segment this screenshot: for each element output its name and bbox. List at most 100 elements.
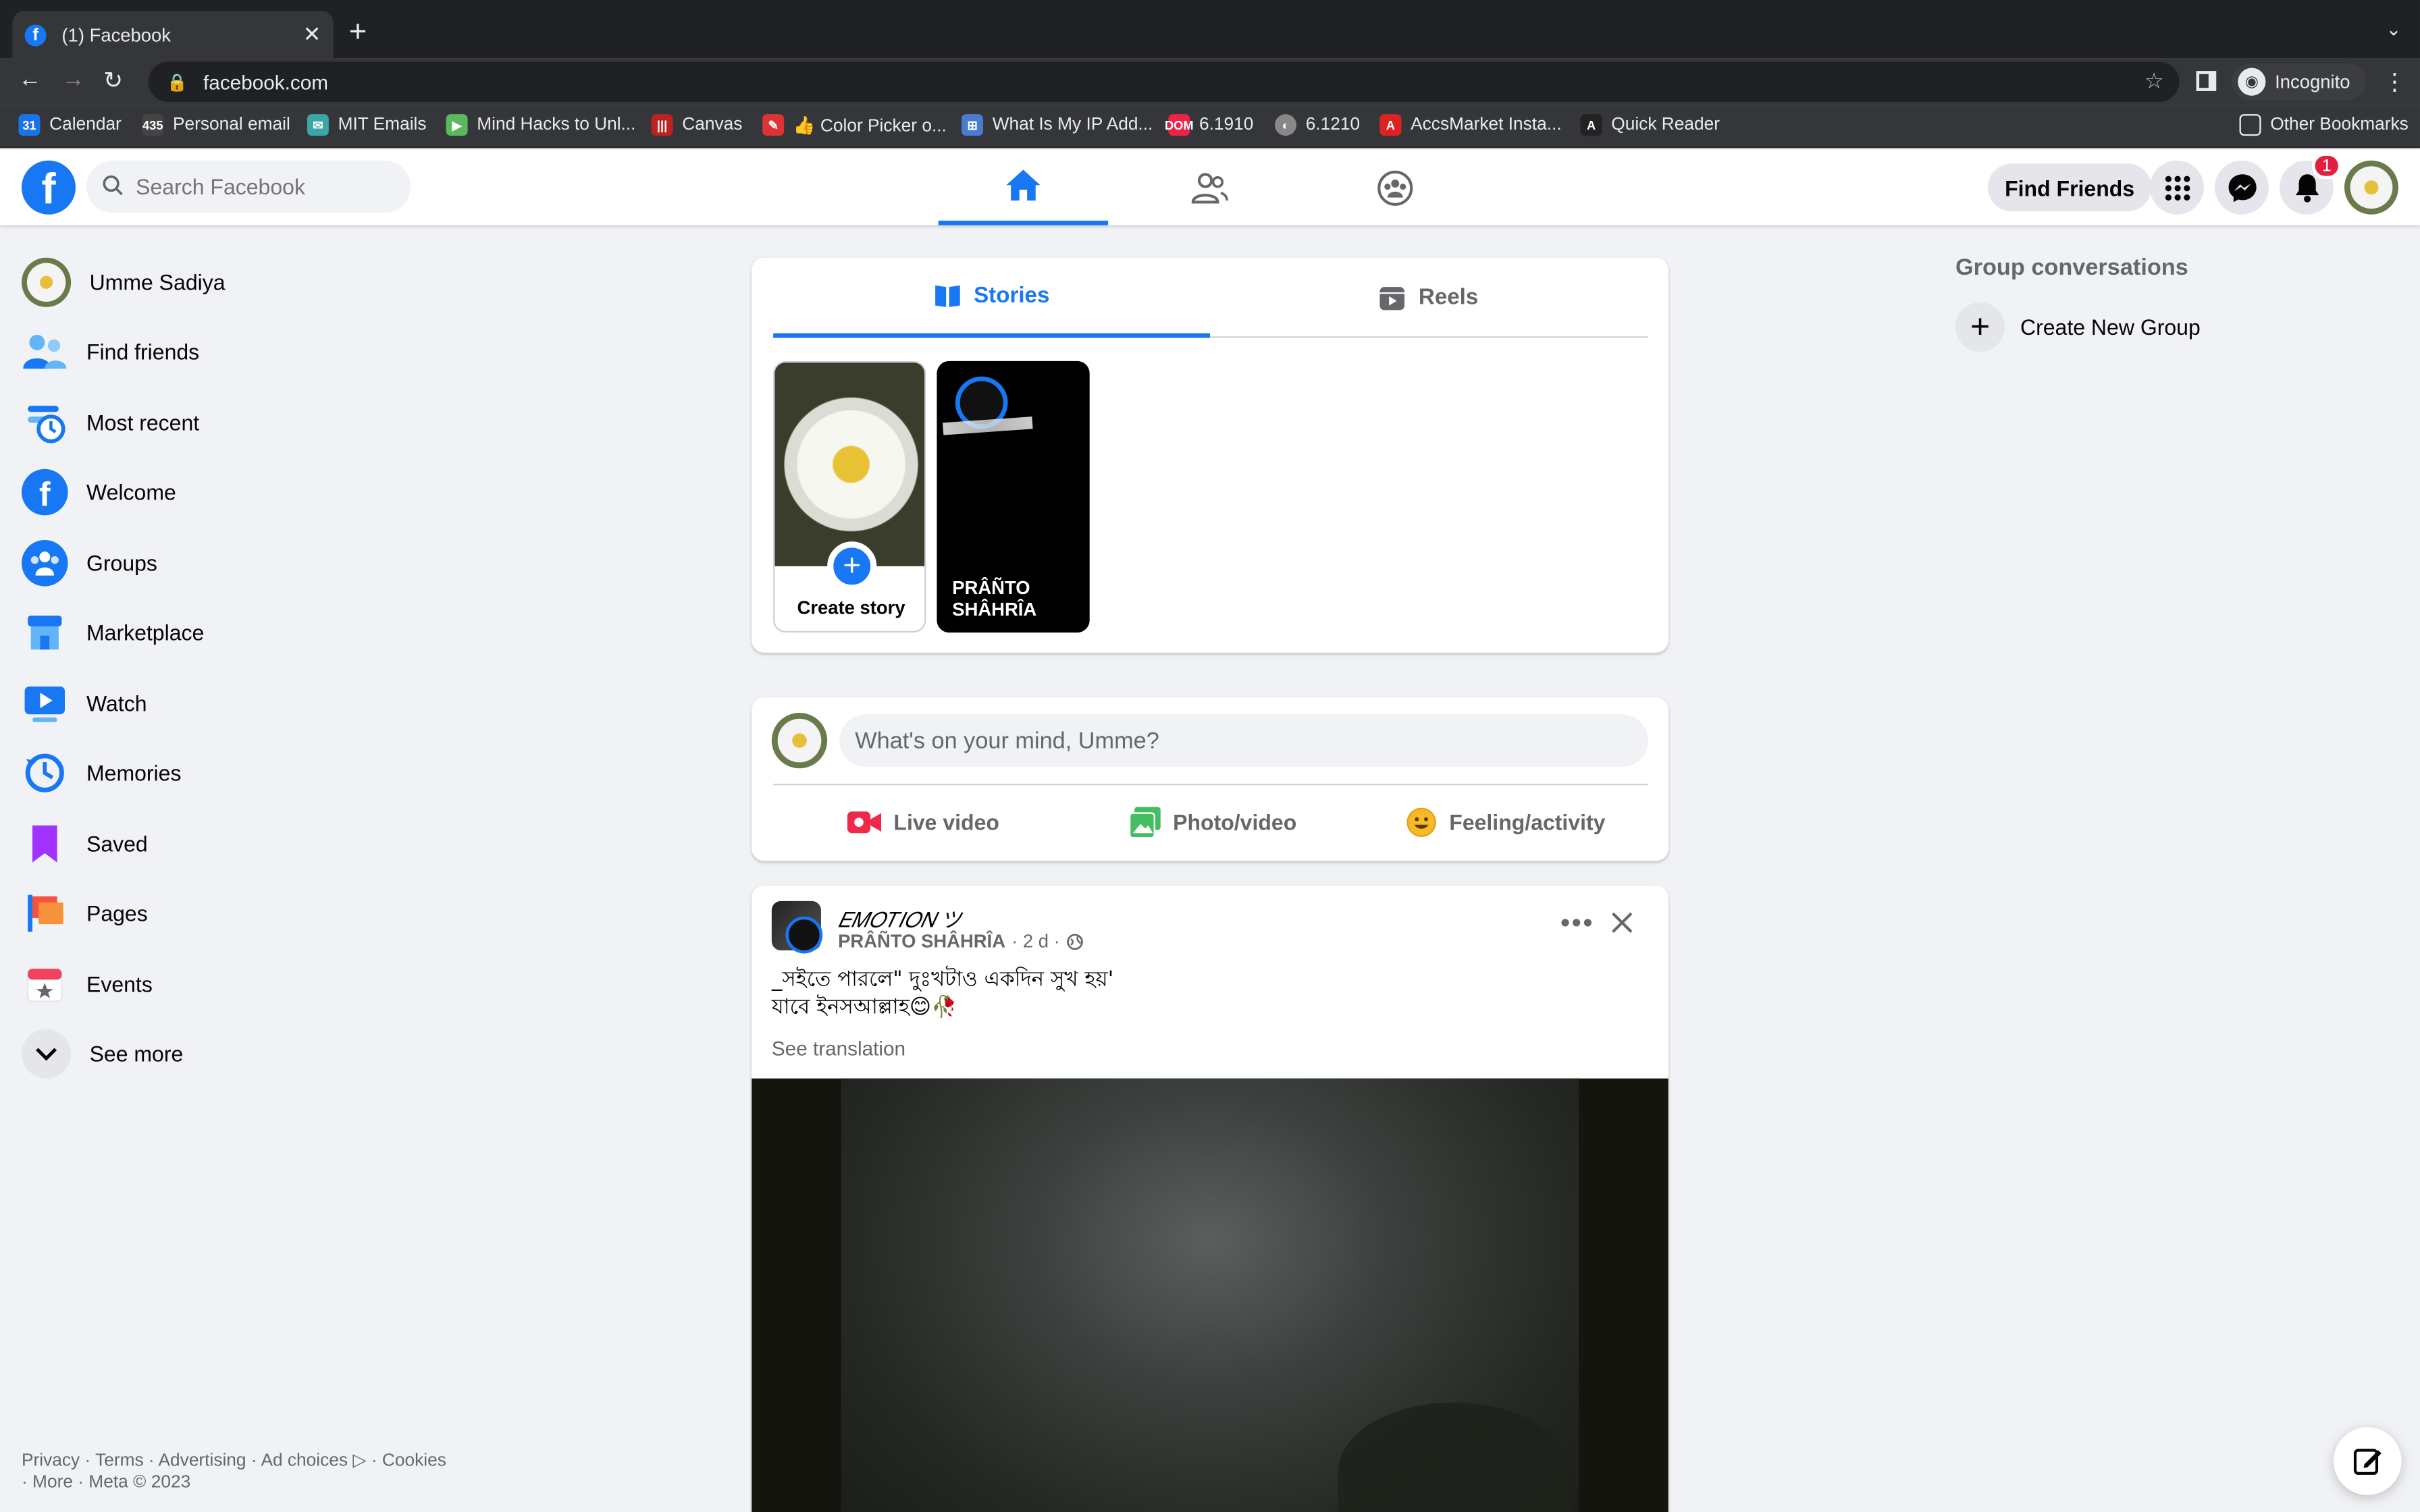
browser-tab[interactable]: f (1) Facebook ✕	[12, 10, 334, 59]
address-bar[interactable]: 🔒 facebook.com ☆	[148, 61, 2180, 102]
compose-icon	[2353, 1449, 2382, 1475]
watch-icon	[22, 680, 68, 726]
close-tab-icon[interactable]: ✕	[303, 22, 321, 48]
messenger-button[interactable]	[2214, 160, 2269, 215]
back-icon[interactable]: ←	[18, 66, 41, 92]
bookmark-personal-email[interactable]: 435 Personal email	[142, 114, 290, 136]
bookmark-mit-emails[interactable]: ✉ MIT Emails	[307, 114, 427, 136]
notification-badge: 1	[2311, 153, 2342, 180]
chevron-down-icon	[21, 1029, 72, 1079]
sidebar-item-groups[interactable]: Groups	[12, 528, 475, 598]
sidebar-item-find-friends[interactable]: Find friends	[12, 317, 475, 387]
nav-friends-tab[interactable]	[1125, 150, 1294, 225]
grid-icon	[2164, 175, 2190, 200]
sidebar-item-pages[interactable]: Pages	[12, 879, 475, 949]
see-translation-link[interactable]: See translation	[772, 1037, 905, 1060]
author-avatar[interactable]	[785, 916, 823, 954]
post-author[interactable]: PRÂÑTO SHÂHRÎA	[838, 930, 1005, 952]
live-video-button[interactable]: Live video	[847, 799, 999, 846]
tab-search-chevron-icon[interactable]: ⌄	[2386, 18, 2402, 40]
bookmark-mind-hacks[interactable]: ▶ Mind Hacks to Unl...	[446, 114, 635, 136]
photo-video-button[interactable]: Photo/video	[1130, 799, 1296, 846]
create-new-group-button[interactable]: + Create New Group	[1955, 302, 2403, 352]
facebook-favicon-icon: f	[24, 24, 47, 46]
play-icon: ▶	[446, 114, 468, 136]
calendar-icon: 31	[18, 114, 41, 136]
sidebar-item-events[interactable]: Events	[12, 949, 475, 1019]
account-avatar[interactable]	[2344, 160, 2398, 215]
post-text-line-2: যাবে ইনসআল্লাহ😊🥀	[771, 995, 957, 1020]
folder-icon	[2239, 114, 2261, 136]
find-friends-button[interactable]: Find Friends	[1987, 163, 2152, 212]
new-tab-icon[interactable]: +	[349, 16, 367, 51]
sidebar-item-see-more[interactable]: See more	[12, 1019, 475, 1089]
status-input[interactable]: What's on your mind, Umme?	[839, 714, 1649, 767]
hide-post-icon[interactable]	[1610, 911, 1635, 943]
composer-avatar	[771, 712, 828, 769]
mail-icon: ✉	[307, 114, 329, 136]
forward-icon[interactable]: →	[61, 66, 84, 92]
browser-menu-icon[interactable]: ⋮	[2383, 68, 2406, 96]
profile-name: Umme Sadiya	[89, 269, 226, 294]
book-icon	[935, 284, 960, 306]
create-story-card[interactable]: + Create story	[773, 360, 926, 633]
bookmark-star-icon[interactable]: ☆	[2145, 68, 2164, 94]
bookmark-canvas[interactable]: ||| Canvas	[651, 114, 742, 136]
browser-tab-bar: f (1) Facebook ✕ + ⌄	[0, 0, 2420, 59]
post-video[interactable]	[752, 1078, 1668, 1512]
sidebar-item-memories[interactable]: Memories	[12, 738, 475, 809]
bookmark-6-1210[interactable]: ◐ 6.1210	[1274, 114, 1360, 136]
sidebar-item-saved[interactable]: Saved	[12, 809, 475, 879]
bookmark-color-picker[interactable]: ✎ 👍 Color Picker o...	[762, 114, 947, 136]
create-story-label: Create story	[797, 597, 905, 619]
more-options-icon[interactable]: •••	[1560, 907, 1594, 940]
side-panel-icon[interactable]	[2196, 71, 2217, 91]
profile-avatar	[21, 257, 72, 307]
globe-icon	[1066, 933, 1083, 950]
sidebar-item-watch[interactable]: Watch	[12, 668, 475, 738]
feeling-activity-button[interactable]: Feeling/activity	[1406, 799, 1605, 846]
story-user-name: PRÂÑTO SHÂHRÎA	[952, 576, 1037, 620]
sidebar-item-marketplace[interactable]: Marketplace	[12, 598, 475, 668]
nav-home-tab[interactable]	[938, 150, 1109, 225]
post-group-name[interactable]: 𝐸𝑀𝑂𝑇𝐼𝑂𝑁 ツ	[838, 902, 962, 934]
sidebar-item-profile[interactable]: Umme Sadiya	[12, 247, 475, 317]
footer-links: Privacy · Terms · Advertising · Ad choic…	[22, 1451, 485, 1494]
post-time[interactable]: · 2 d ·	[1011, 930, 1060, 952]
browser-toolbar: ← → ↻ 🔒 facebook.com ☆ ◉ Incognito ⋮	[0, 58, 2420, 105]
footer-line-2[interactable]: · More · Meta © 2023	[22, 1472, 485, 1494]
mail-icon: 435	[142, 114, 164, 136]
accsmarket-icon: A	[1379, 114, 1402, 136]
new-message-button[interactable]	[2333, 1427, 2402, 1495]
search-input[interactable]	[136, 174, 383, 199]
menu-grid-button[interactable]	[2149, 160, 2204, 215]
post-meta: PRÂÑTO SHÂHRÎA · 2 d ·	[838, 930, 1083, 952]
search-box[interactable]	[86, 160, 411, 213]
course-icon: DOM	[1165, 114, 1194, 136]
incognito-profile-button[interactable]: ◉ Incognito	[2232, 63, 2366, 101]
story-daisy-image	[774, 362, 925, 566]
bookmark-calendar[interactable]: 31 Calendar	[18, 114, 122, 136]
reload-icon[interactable]: ↻	[103, 66, 123, 94]
bookmarks-bar: 31 Calendar 435 Personal email ✉ MIT Emails…	[0, 105, 2420, 148]
sidebar-item-welcome[interactable]: f Welcome	[12, 458, 475, 528]
stories-tabs: Stories Reels	[773, 258, 1649, 338]
tab-stories[interactable]: Stories	[773, 258, 1210, 338]
nav-groups-tab[interactable]	[1311, 150, 1480, 225]
smiley-icon	[1406, 807, 1436, 837]
bell-icon	[2294, 173, 2319, 202]
right-sidebar: Group conversations + Create New Group	[1955, 254, 2403, 352]
quick-reader-icon: A	[1580, 114, 1602, 136]
bookmark-quick-reader[interactable]: A Quick Reader	[1580, 114, 1720, 136]
bookmark-what-is-my-ip[interactable]: ⊞ What Is My IP Add...	[961, 114, 1153, 136]
bookmark-accsmarket[interactable]: A AccsMarket Insta...	[1379, 114, 1562, 136]
left-sidebar: Umme Sadiya Find friends Most recent f W…	[12, 247, 475, 1089]
footer-line-1[interactable]: Privacy · Terms · Advertising · Ad choic…	[22, 1451, 485, 1472]
tab-reels[interactable]: Reels	[1210, 258, 1647, 338]
story-card[interactable]: PRÂÑTO SHÂHRÎA	[937, 360, 1090, 633]
ip-icon: ⊞	[961, 114, 983, 136]
facebook-logo-icon[interactable]: f	[21, 160, 76, 215]
sidebar-item-most-recent[interactable]: Most recent	[12, 387, 475, 458]
other-bookmarks[interactable]: Other Bookmarks	[2239, 114, 2409, 136]
bookmark-6-1910[interactable]: DOM 6.1910	[1165, 114, 1253, 136]
